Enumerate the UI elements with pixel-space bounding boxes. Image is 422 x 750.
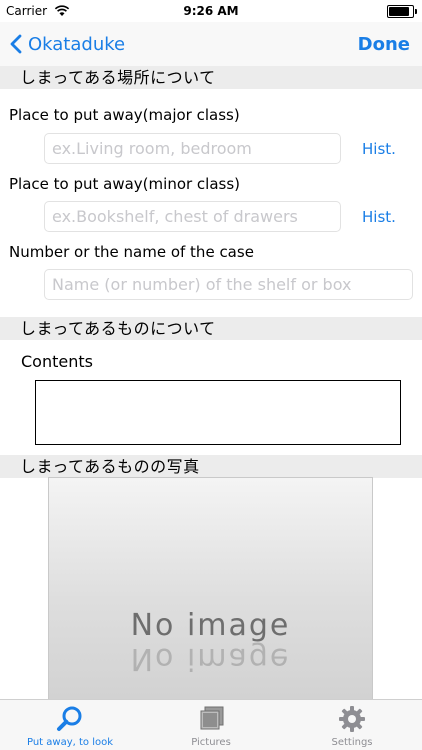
major-class-history-button[interactable]: Hist. — [362, 140, 396, 158]
tab-settings[interactable]: Settings — [282, 700, 422, 750]
minor-class-label: Place to put away(minor class) — [9, 175, 241, 193]
section-header-item: しまってあるものについて — [0, 317, 422, 340]
contents-label: Contents — [21, 352, 93, 371]
no-image-reflection: No image — [130, 641, 291, 676]
photo-placeholder[interactable]: No image No image — [48, 477, 373, 700]
back-button[interactable]: Okataduke — [10, 22, 125, 66]
clock: 9:26 AM — [183, 4, 239, 18]
pictures-icon — [200, 706, 224, 730]
tab-put-away[interactable]: Put away, to look — [0, 700, 140, 750]
navigation-bar: Okataduke Done — [0, 22, 422, 67]
major-class-label: Place to put away(major class) — [9, 106, 240, 124]
major-class-input[interactable]: ex.Living room, bedroom — [44, 133, 341, 164]
minor-class-history-button[interactable]: Hist. — [362, 208, 396, 226]
case-label: Number or the name of the case — [9, 243, 254, 261]
tab-bar: Put away, to look Pictures Settings — [0, 699, 422, 750]
back-button-label: Okataduke — [28, 33, 126, 55]
tab-pictures-label: Pictures — [191, 737, 231, 748]
battery-icon — [387, 5, 417, 18]
section-header-photo: しまってあるものの写真 — [0, 455, 422, 478]
minor-class-input[interactable]: ex.Bookshelf, chest of drawers — [44, 201, 341, 232]
chevron-left-icon — [10, 34, 22, 54]
done-button[interactable]: Done — [358, 22, 410, 66]
no-image-text: No image — [130, 608, 291, 643]
battery-level — [389, 7, 409, 16]
gear-icon — [339, 706, 365, 732]
case-input[interactable]: Name (or number) of the shelf or box — [44, 269, 413, 300]
search-icon — [57, 706, 82, 731]
tab-put-away-label: Put away, to look — [26, 737, 114, 748]
contents-textarea[interactable] — [35, 380, 401, 445]
status-bar: Carrier 9:26 AM — [0, 0, 422, 22]
section-header-location: しまってある場所について — [0, 66, 422, 89]
tab-pictures[interactable]: Pictures — [141, 700, 281, 750]
tab-settings-label: Settings — [331, 737, 373, 748]
